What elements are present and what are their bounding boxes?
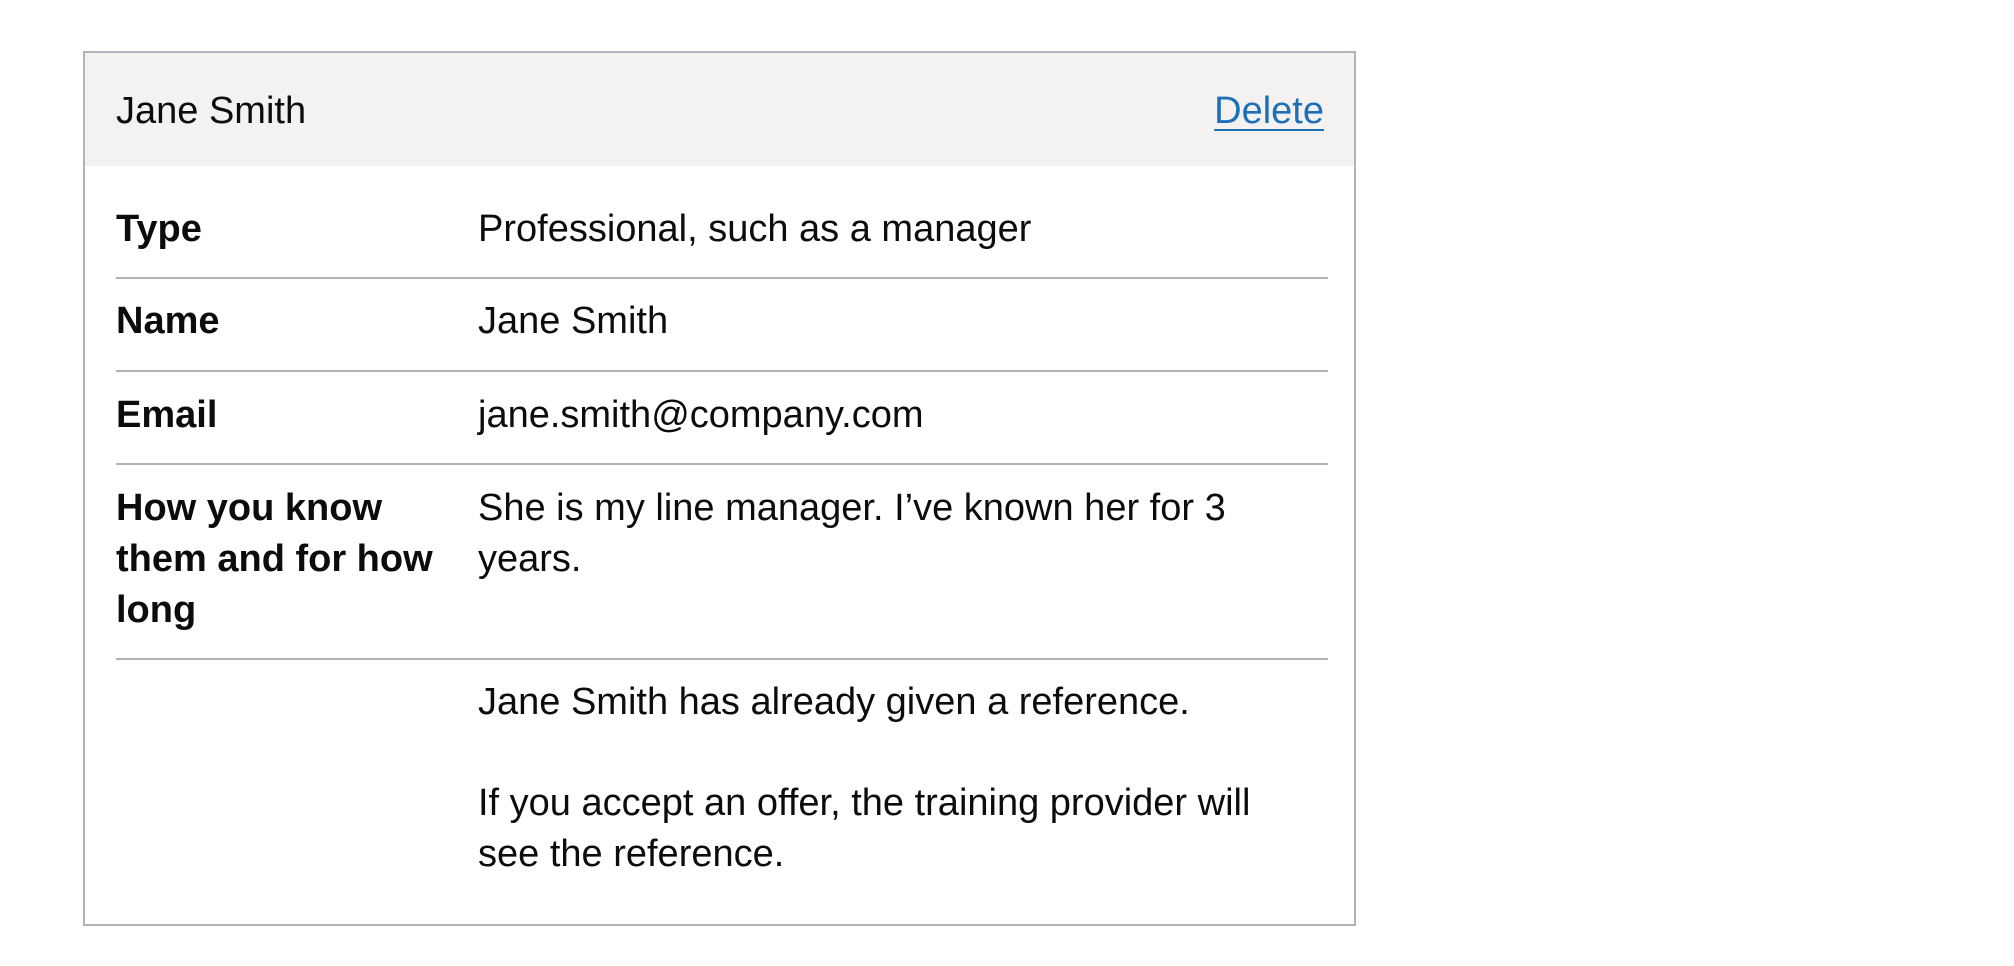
row-divider bbox=[116, 370, 1328, 372]
row-value-relationship: She is my line manager. I’ve known her f… bbox=[478, 487, 1226, 580]
reference-summary-card: Jane Smith Delete Type Professional, suc… bbox=[83, 51, 1356, 926]
reference-given-text: Jane Smith has already given a reference… bbox=[478, 681, 1190, 723]
row-divider bbox=[116, 463, 1328, 465]
row-divider bbox=[116, 277, 1328, 279]
card-title: Jane Smith bbox=[116, 90, 307, 132]
row-value-name: Jane Smith bbox=[478, 300, 669, 342]
row-value-email: jane.smith@company.com bbox=[478, 394, 924, 436]
row-key-relationship: How you know them and for how long bbox=[116, 487, 433, 631]
card-header: Jane Smith Delete bbox=[85, 53, 1354, 166]
row-key-email: Email bbox=[116, 394, 218, 436]
row-key-name: Name bbox=[116, 300, 220, 342]
reference-visibility-text: If you accept an offer, the training pro… bbox=[478, 782, 1251, 875]
row-divider bbox=[116, 658, 1328, 660]
delete-link[interactable]: Delete bbox=[1214, 89, 1324, 133]
row-value-type: Professional, such as a manager bbox=[478, 208, 1032, 250]
row-key-type: Type bbox=[116, 208, 202, 250]
